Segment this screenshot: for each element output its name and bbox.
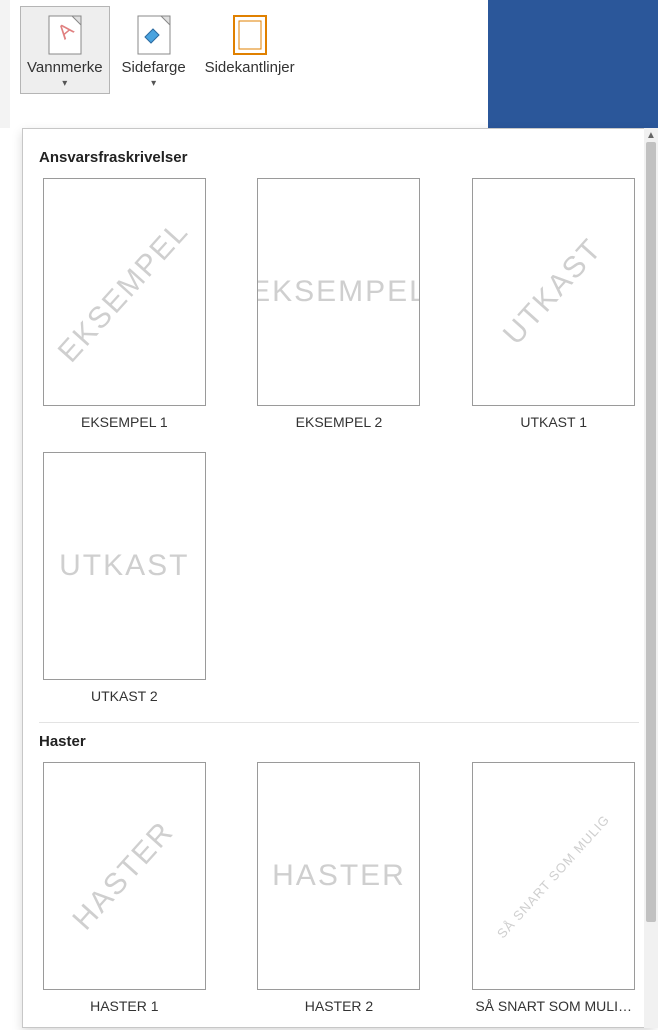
watermark-button[interactable]: A Vannmerke ▾ [20, 6, 110, 94]
watermark-preview-text: UTKAST [497, 232, 609, 352]
watermark-option[interactable]: HASTER HASTER 1 [39, 762, 210, 1014]
watermark-preview-text: EKSEMPEL [52, 215, 196, 370]
watermark-caption: EKSEMPEL 2 [296, 414, 383, 430]
page-borders-icon [233, 13, 267, 57]
watermark-label: Vannmerke [27, 59, 103, 76]
scrollbar[interactable]: ▲ [644, 128, 658, 1028]
watermark-preview-text: UTKAST [59, 549, 189, 583]
section-title: Ansvarsfraskrivelser [39, 149, 639, 166]
watermark-option[interactable]: EKSEMPEL EKSEMPEL 1 [39, 178, 210, 430]
watermark-thumb: UTKAST [43, 452, 206, 680]
doc-edge [0, 0, 10, 128]
page-borders-label: Sidekantlinjer [205, 59, 295, 76]
watermark-caption: HASTER 2 [305, 998, 373, 1014]
watermark-caption: UTKAST 2 [91, 688, 158, 704]
section-divider [39, 722, 639, 723]
chevron-down-icon: ▾ [62, 78, 67, 89]
gallery-grid: EKSEMPEL EKSEMPEL 1 EKSEMPEL EKSEMPEL 2 … [39, 178, 639, 704]
watermark-option[interactable]: UTKAST UTKAST 2 [39, 452, 210, 704]
watermark-option[interactable]: SÅ SNART SOM MULIG SÅ SNART SOM MULI… [468, 762, 639, 1014]
watermark-caption: UTKAST 1 [520, 414, 587, 430]
scroll-up-icon[interactable]: ▲ [646, 130, 656, 140]
page-color-label: Sidefarge [121, 59, 185, 76]
watermark-thumb: EKSEMPEL [257, 178, 420, 406]
chevron-down-icon: ▾ [151, 78, 156, 89]
watermark-preview-text: HASTER [272, 859, 406, 893]
gallery-grid: HASTER HASTER 1 HASTER HASTER 2 SÅ SNART… [39, 762, 639, 1014]
page-color-button[interactable]: Sidefarge ▾ [110, 6, 198, 94]
watermark-preview-text: SÅ SNART SOM MULIG [494, 811, 613, 940]
watermark-option[interactable]: UTKAST UTKAST 1 [468, 178, 639, 430]
watermark-thumb: HASTER [43, 762, 206, 990]
gallery-scroll-area[interactable]: Ansvarsfraskrivelser EKSEMPEL EKSEMPEL 1… [23, 129, 653, 1027]
watermark-caption: EKSEMPEL 1 [81, 414, 168, 430]
watermark-gallery-panel: Ansvarsfraskrivelser EKSEMPEL EKSEMPEL 1… [22, 128, 654, 1028]
watermark-option[interactable]: EKSEMPEL EKSEMPEL 2 [254, 178, 425, 430]
watermark-thumb: SÅ SNART SOM MULIG [472, 762, 635, 990]
watermark-preview-text: HASTER [67, 815, 182, 937]
watermark-thumb: HASTER [257, 762, 420, 990]
watermark-caption: SÅ SNART SOM MULI… [475, 998, 632, 1014]
watermark-preview-text: EKSEMPEL [257, 275, 420, 309]
watermark-thumb: UTKAST [472, 178, 635, 406]
scrollbar-thumb[interactable] [646, 142, 656, 922]
title-bar-area [488, 0, 658, 128]
watermark-thumb: EKSEMPEL [43, 178, 206, 406]
watermark-caption: HASTER 1 [90, 998, 158, 1014]
page-borders-button[interactable]: Sidekantlinjer [198, 6, 302, 81]
watermark-option[interactable]: HASTER HASTER 2 [254, 762, 425, 1014]
page-color-icon [137, 13, 171, 57]
watermark-icon: A [48, 13, 82, 57]
section-title: Haster [39, 733, 639, 750]
ribbon: A Vannmerke ▾ Sidefarge ▾ [0, 0, 658, 128]
